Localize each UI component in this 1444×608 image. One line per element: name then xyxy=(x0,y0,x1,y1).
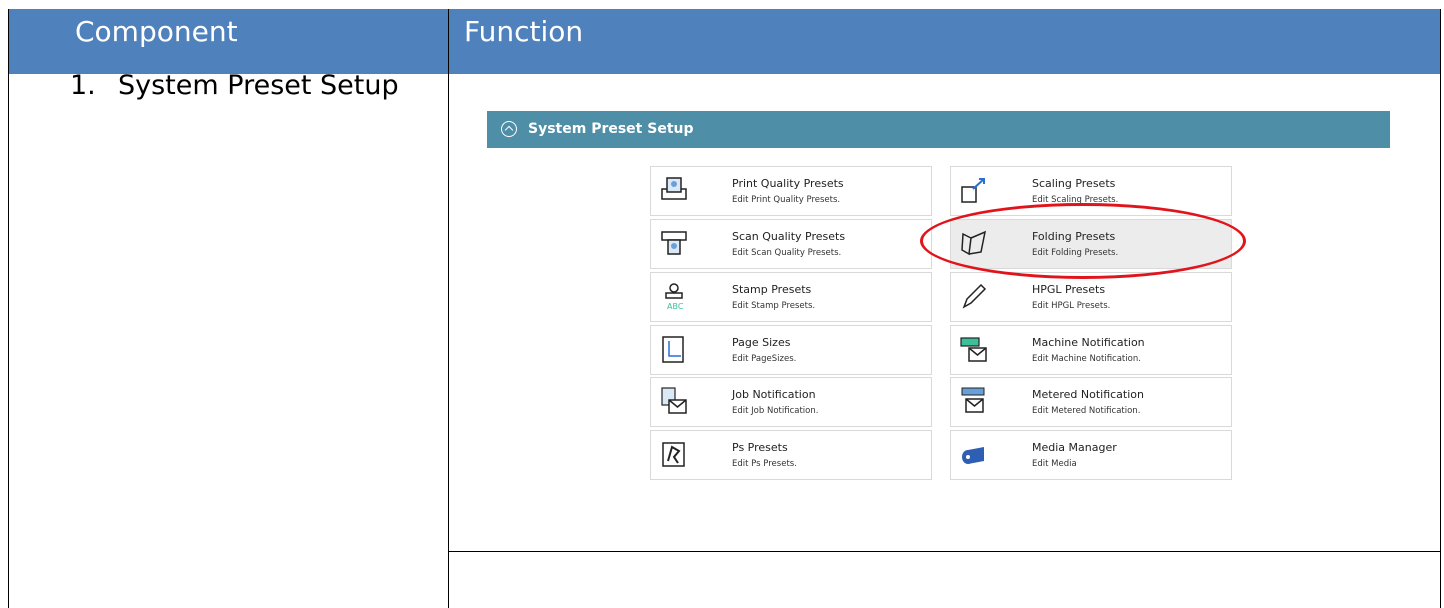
panel-title: System Preset Setup xyxy=(528,121,694,137)
ps-icon xyxy=(659,439,689,469)
preset-card-scan-quality-presets[interactable]: Scan Quality Presets Edit Scan Quality Pr… xyxy=(650,219,932,269)
component-name: System Preset Setup xyxy=(118,70,399,101)
preset-card-print-quality-presets[interactable]: Print Quality Presets Edit Print Quality … xyxy=(650,166,932,216)
preset-card-stamp-presets[interactable]: ABC Stamp Presets Edit Stamp Presets. xyxy=(650,272,932,322)
scaling-icon xyxy=(959,175,989,205)
preset-card-metered-notification[interactable]: Metered Notification Edit Metered Notific… xyxy=(950,377,1232,427)
preset-card-machine-notification[interactable]: Machine Notification Edit Machine Notific… xyxy=(950,325,1232,375)
preset-card-description: Edit Stamp Presets. xyxy=(732,301,816,311)
preset-card-description: Edit Machine Notification. xyxy=(1032,354,1141,364)
collapse-icon[interactable] xyxy=(501,121,517,137)
table-border-left xyxy=(8,9,9,608)
preset-card-title: HPGL Presets xyxy=(1032,283,1106,296)
preset-card-ps-presets[interactable]: Ps Presets Edit Ps Presets. xyxy=(650,430,932,480)
preset-card-title: Job Notification xyxy=(732,388,816,401)
header-component: Component xyxy=(75,15,238,48)
stamp-icon: ABC xyxy=(659,281,689,311)
preset-card-title: Page Sizes xyxy=(732,336,791,349)
panel-header[interactable]: System Preset Setup xyxy=(487,111,1390,148)
page-size-icon xyxy=(659,334,689,364)
table-header: Component Function xyxy=(8,9,1441,74)
table-divider xyxy=(448,9,449,608)
preset-card-title: Metered Notification xyxy=(1032,388,1144,401)
row-divider xyxy=(448,551,1441,552)
machine-notification-icon xyxy=(959,334,989,364)
pen-icon xyxy=(959,281,989,311)
preset-card-media-manager[interactable]: Media Manager Edit Media xyxy=(950,430,1232,480)
preset-card-description: Edit HPGL Presets. xyxy=(1032,301,1111,311)
metered-notification-icon xyxy=(959,386,989,416)
preset-card-page-sizes[interactable]: Page Sizes Edit PageSizes. xyxy=(650,325,932,375)
print-quality-icon xyxy=(659,175,689,205)
preset-card-description: Edit Scan Quality Presets. xyxy=(732,248,842,258)
scan-quality-icon xyxy=(659,228,689,258)
preset-card-title: Scaling Presets xyxy=(1032,177,1116,190)
row-number: 1. xyxy=(70,70,96,101)
preset-card-title: Machine Notification xyxy=(1032,336,1145,349)
preset-card-title: Media Manager xyxy=(1032,441,1117,454)
preset-card-description: Edit Metered Notification. xyxy=(1032,406,1141,416)
preset-card-title: Ps Presets xyxy=(732,441,788,454)
preset-card-title: Scan Quality Presets xyxy=(732,230,846,243)
preset-card-title: Print Quality Presets xyxy=(732,177,844,190)
job-notification-icon xyxy=(659,386,689,416)
component-label: 1. System Preset Setup xyxy=(70,70,399,101)
preset-card-description: Edit Print Quality Presets. xyxy=(732,195,841,205)
highlight-circle xyxy=(920,203,1246,279)
media-roll-icon xyxy=(959,439,989,469)
table-border-right xyxy=(1440,9,1441,608)
preset-card-title: Stamp Presets xyxy=(732,283,812,296)
preset-card-description: Edit Ps Presets. xyxy=(732,459,797,469)
preset-card-description: Edit Job Notification. xyxy=(732,406,819,416)
preset-card-description: Edit PageSizes. xyxy=(732,354,797,364)
preset-card-job-notification[interactable]: Job Notification Edit Job Notification. xyxy=(650,377,932,427)
svg-text:ABC: ABC xyxy=(667,302,684,311)
preset-card-description: Edit Media xyxy=(1032,459,1077,469)
preset-card-hpgl-presets[interactable]: HPGL Presets Edit HPGL Presets. xyxy=(950,272,1232,322)
header-function: Function xyxy=(464,15,584,48)
